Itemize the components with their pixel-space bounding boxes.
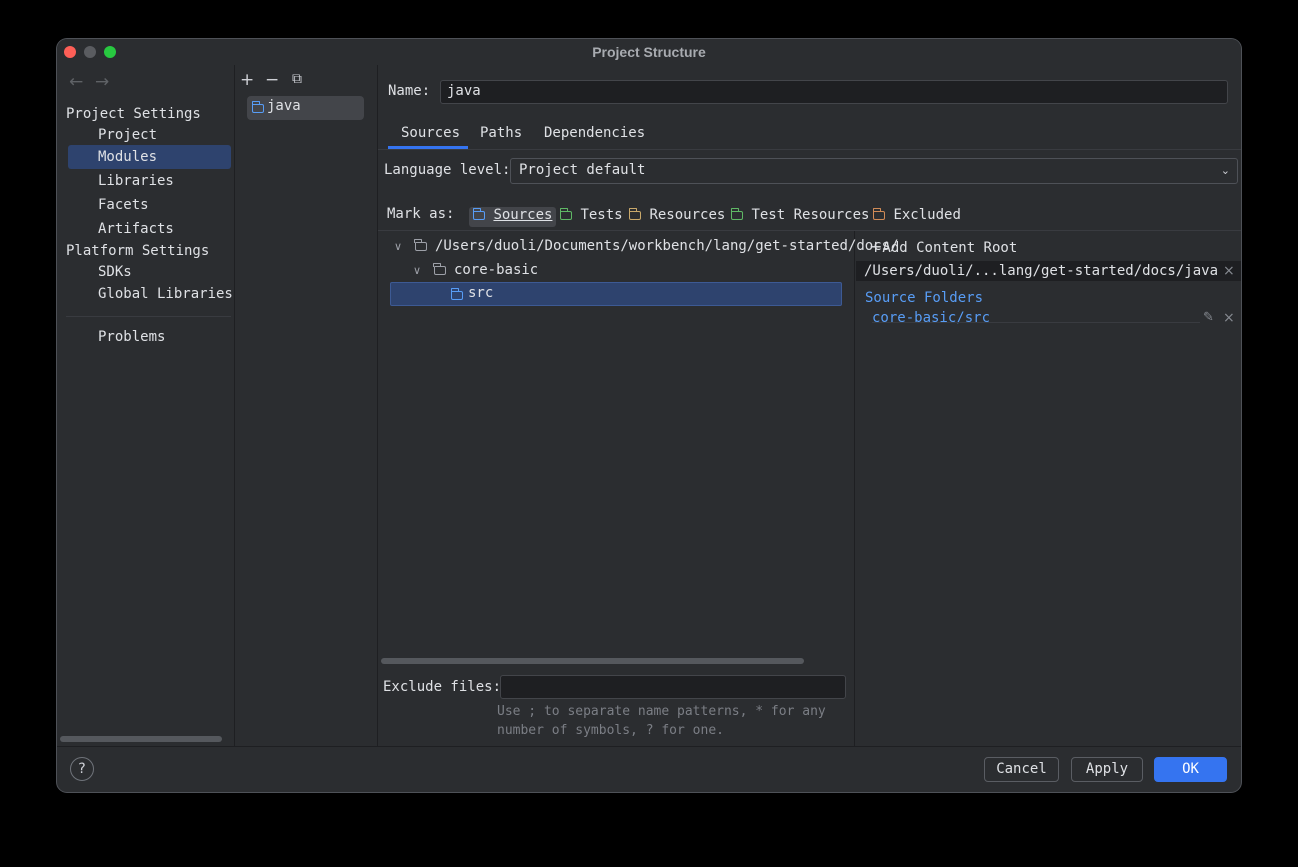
folder-icon [414, 239, 427, 251]
language-level-label: Language level: [384, 162, 511, 178]
add-content-root-label: Add Content Root [882, 240, 1018, 256]
exclude-files-label: Exclude files: [383, 679, 502, 695]
content-root-path: /Users/duoli/...lang/get-started/docs/ja… [864, 263, 1219, 279]
mark-resources-button[interactable]: Resources [625, 207, 729, 227]
resources-folder-icon [628, 208, 641, 220]
remove-module-icon[interactable]: − [265, 70, 279, 90]
excluded-folder-icon [872, 208, 885, 220]
mark-tests-label: Tests [580, 207, 623, 223]
content-root-header: /Users/duoli/...lang/get-started/docs/ja… [856, 261, 1241, 281]
name-field-value: java [447, 83, 481, 99]
apply-button[interactable]: Apply [1071, 757, 1143, 782]
mark-resources-label: Resources [649, 207, 726, 223]
nav-divider [66, 316, 231, 317]
add-content-root-button[interactable]: +Add Content Root [869, 237, 1017, 256]
mark-divider [378, 230, 1241, 231]
chevron-down-icon[interactable]: ∨ [394, 240, 402, 253]
platform-settings-heading: Platform Settings [66, 243, 210, 259]
nav-item-problems[interactable]: Problems [98, 329, 165, 345]
tab-paths[interactable]: Paths [480, 125, 522, 141]
nav-item-modules[interactable]: Modules [98, 149, 157, 165]
mark-as-label: Mark as: [387, 206, 455, 222]
test-resources-folder-icon [730, 208, 743, 220]
mark-sources-label: Sources [493, 207, 553, 223]
nav-item-artifacts[interactable]: Artifacts [98, 221, 174, 237]
source-folders-heading: Source Folders [865, 290, 984, 306]
modules-list-panel [235, 65, 378, 746]
cancel-button[interactable]: Cancel [984, 757, 1059, 782]
tree-root-row[interactable]: ∨ /Users/duoli/Documents/workbench/lang/… [394, 238, 899, 254]
bottom-divider [57, 746, 1241, 747]
module-folder-icon [251, 101, 264, 113]
title-bar: Project Structure [57, 39, 1241, 65]
tree-leaf-row[interactable]: src [390, 282, 842, 306]
forward-arrow-icon[interactable]: → [95, 72, 109, 92]
nav-item-project[interactable]: Project [98, 127, 157, 143]
mark-tests-button[interactable]: Tests [556, 207, 627, 227]
name-label: Name: [388, 83, 431, 99]
help-button[interactable]: ? [70, 757, 94, 781]
nav-horizontal-scrollbar[interactable] [60, 736, 222, 742]
plus-icon: + [869, 237, 883, 256]
back-arrow-icon[interactable]: ← [69, 72, 83, 92]
tree-root-label: /Users/duoli/Documents/workbench/lang/ge… [434, 238, 899, 254]
tree-child-label: core-basic [453, 262, 539, 278]
exclude-files-hint-line2: number of symbols, ? for one. [497, 723, 724, 738]
module-item-java[interactable]: java [247, 96, 364, 120]
tree-leaf-label: src [468, 285, 494, 301]
remove-content-root-icon[interactable]: × [1223, 263, 1235, 279]
copy-module-icon[interactable]: ⧉ [292, 71, 302, 87]
name-field[interactable]: java [440, 80, 1228, 104]
chevron-down-icon[interactable]: ∨ [413, 264, 421, 277]
nav-item-global-libraries[interactable]: Global Libraries [98, 286, 233, 302]
source-folder-icon [450, 288, 463, 300]
tabs-divider [378, 149, 1241, 150]
sources-folder-icon [472, 208, 485, 220]
nav-item-sdks[interactable]: SDKs [98, 264, 132, 280]
edit-pencil-icon[interactable]: ✎ [1203, 310, 1214, 325]
folder-icon [433, 263, 446, 275]
window-title: Project Structure [592, 44, 706, 60]
language-level-value: Project default [519, 162, 646, 178]
nav-item-facets[interactable]: Facets [98, 197, 149, 213]
module-label: java [267, 98, 301, 114]
mark-excluded-button[interactable]: Excluded [869, 207, 965, 227]
tab-sources[interactable]: Sources [401, 125, 460, 141]
mark-excluded-label: Excluded [893, 207, 961, 223]
tree-horizontal-scrollbar[interactable] [381, 658, 804, 664]
remove-source-folder-icon[interactable]: × [1223, 310, 1235, 326]
nav-item-libraries[interactable]: Libraries [98, 173, 174, 189]
tab-dependencies[interactable]: Dependencies [544, 125, 645, 141]
language-level-select[interactable]: Project default ⌄ [510, 158, 1238, 184]
source-folder-underline [872, 322, 1200, 323]
mark-sources-button[interactable]: Sources [469, 207, 557, 227]
add-module-icon[interactable]: + [240, 70, 254, 90]
tree-pane-divider [854, 231, 855, 746]
exclude-files-input[interactable] [500, 675, 846, 699]
project-settings-heading: Project Settings [66, 106, 201, 122]
exclude-files-hint-line1: Use ; to separate name patterns, * for a… [497, 704, 826, 719]
tree-child-row[interactable]: ∨ core-basic [413, 262, 538, 278]
tests-folder-icon [559, 208, 572, 220]
source-folder-entry[interactable]: core-basic/src [872, 310, 990, 326]
mark-test-resources-button[interactable]: Test Resources [727, 207, 873, 227]
ok-button[interactable]: OK [1154, 757, 1227, 782]
project-structure-dialog: Project Structure ← → Project Settings P… [57, 39, 1241, 792]
mark-test-resources-label: Test Resources [751, 207, 870, 223]
chevron-down-icon: ⌄ [1220, 164, 1230, 177]
